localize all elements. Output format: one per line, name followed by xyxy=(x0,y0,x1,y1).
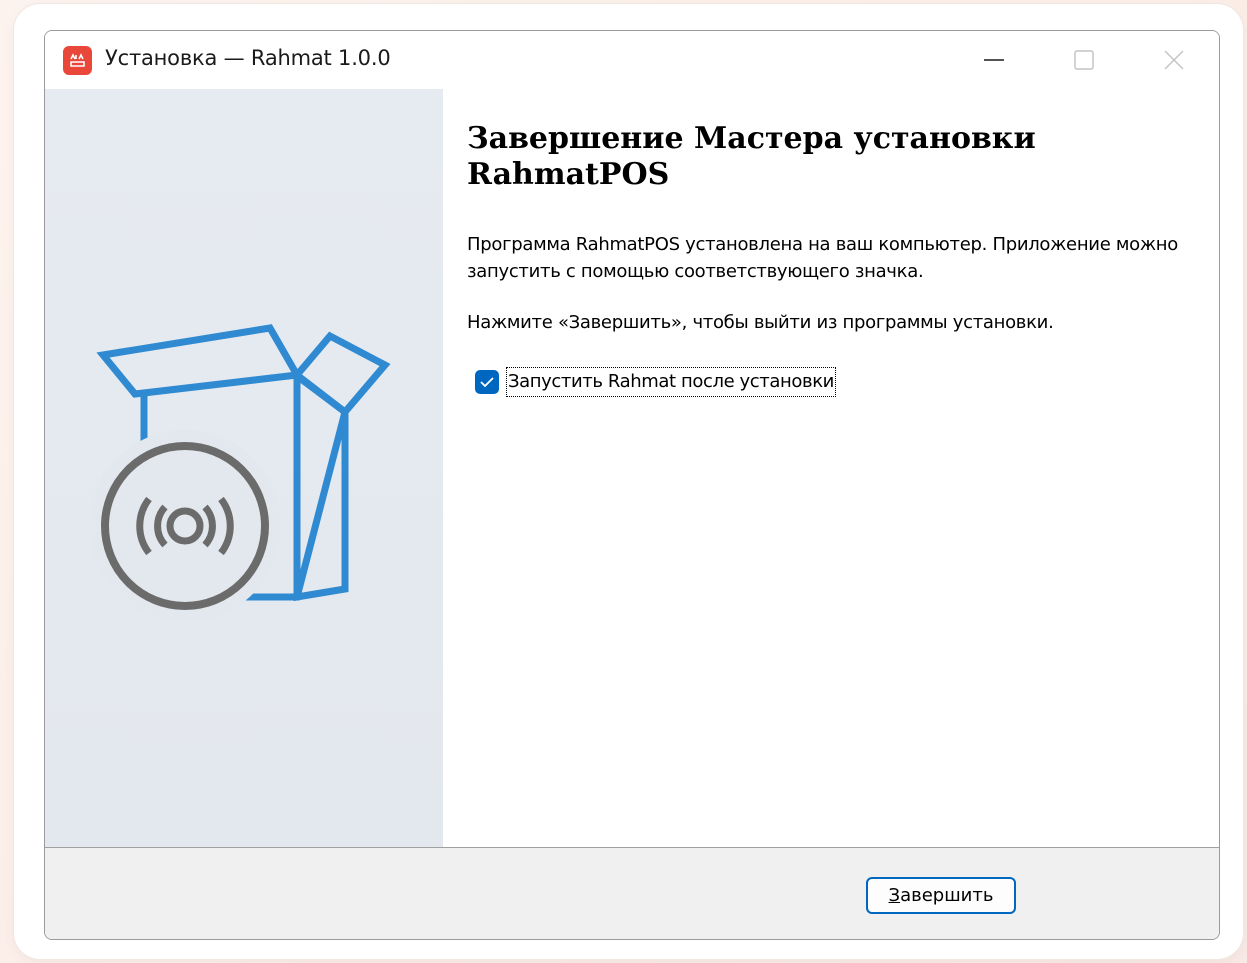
wizard-footer: Завершить xyxy=(45,847,1219,939)
launch-checkbox[interactable] xyxy=(475,370,499,394)
maximize-icon xyxy=(1074,50,1094,70)
box-with-disc-icon xyxy=(89,324,391,622)
finish-button[interactable]: Завершить xyxy=(866,877,1016,914)
window-title: Установка — Rahmat 1.0.0 xyxy=(105,46,391,70)
close-icon xyxy=(1164,50,1184,70)
finish-button-label: авершить xyxy=(900,885,994,906)
title-bar[interactable]: Установка — Rahmat 1.0.0 xyxy=(45,31,1219,89)
minimize-icon xyxy=(984,59,1004,61)
close-button[interactable] xyxy=(1129,31,1219,89)
maximize-button[interactable] xyxy=(1039,31,1129,89)
rahmat-app-icon xyxy=(63,46,92,75)
install-description: Программа RahmatPOS установлена на ваш к… xyxy=(467,234,1178,282)
finish-button-accel: З xyxy=(888,885,901,906)
wizard-content: Завершение Мастера установки RahmatPOS П… xyxy=(443,89,1219,847)
launch-checkbox-label[interactable]: Запустить Rahmat после установки xyxy=(506,367,836,397)
installer-window: Установка — Rahmat 1.0.0 Завершение Маст… xyxy=(44,30,1220,940)
page-title: Завершение Мастера установки RahmatPOS xyxy=(467,121,1036,192)
minimize-button[interactable] xyxy=(949,31,1039,89)
checkmark-icon xyxy=(480,377,494,388)
wizard-sidebar xyxy=(45,89,443,847)
finish-hint: Нажмите «Завершить», чтобы выйти из прог… xyxy=(467,312,1054,333)
